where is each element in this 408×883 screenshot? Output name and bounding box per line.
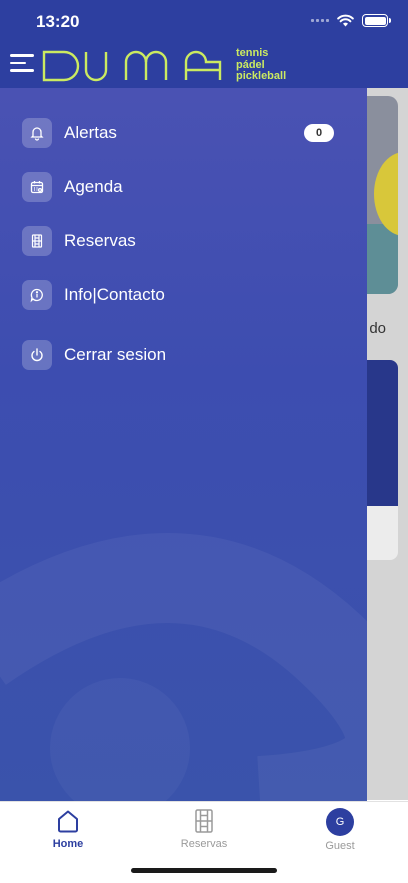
side-drawer: Alertas 0 Agenda Reservas Info|Contacto … <box>0 88 367 801</box>
drawer-item-label: Reservas <box>64 231 136 250</box>
drawer-item-alertas[interactable]: Alertas 0 <box>22 118 342 148</box>
tab-home[interactable]: Home <box>18 808 118 850</box>
court-icon <box>195 809 213 833</box>
drawer-item-label: Agenda <box>64 177 123 196</box>
hamburger-menu-button[interactable] <box>10 54 34 74</box>
calendar-icon <box>22 172 52 202</box>
logo-subtitle: tennis pádel pickleball <box>236 47 287 82</box>
home-icon <box>58 810 78 833</box>
drawer-item-cerrar-sesion[interactable]: Cerrar sesion <box>22 340 342 370</box>
drawer-item-agenda[interactable]: Agenda <box>22 172 342 202</box>
drawer-item-reservas[interactable]: Reservas <box>22 226 342 256</box>
drawer-item-info-contacto[interactable]: Info|Contacto <box>22 280 342 310</box>
avatar: G <box>326 808 354 836</box>
drawer-item-label: Alertas <box>64 123 117 142</box>
alert-count-badge: 0 <box>304 124 334 142</box>
tab-label: Home <box>52 838 84 850</box>
power-icon <box>22 340 52 370</box>
status-time: 13:20 <box>36 12 80 31</box>
tab-label: Reservas <box>180 838 228 850</box>
court-icon <box>22 226 52 256</box>
bell-icon <box>22 118 52 148</box>
tab-reservas[interactable]: Reservas <box>154 808 254 850</box>
cellular-signal-icon <box>311 19 329 22</box>
home-indicator <box>131 868 277 873</box>
chat-info-icon <box>22 280 52 310</box>
duma-logo <box>42 50 222 82</box>
battery-icon <box>362 14 391 27</box>
tab-label: Guest <box>325 840 355 852</box>
tab-guest[interactable]: G Guest <box>290 808 390 852</box>
drawer-item-label: Info|Contacto <box>64 285 165 304</box>
app-header: 13:20 tennis pádel pickleball <box>0 0 408 88</box>
wifi-icon <box>337 14 354 27</box>
status-icons <box>311 14 391 27</box>
drawer-item-label: Cerrar sesion <box>64 345 167 364</box>
